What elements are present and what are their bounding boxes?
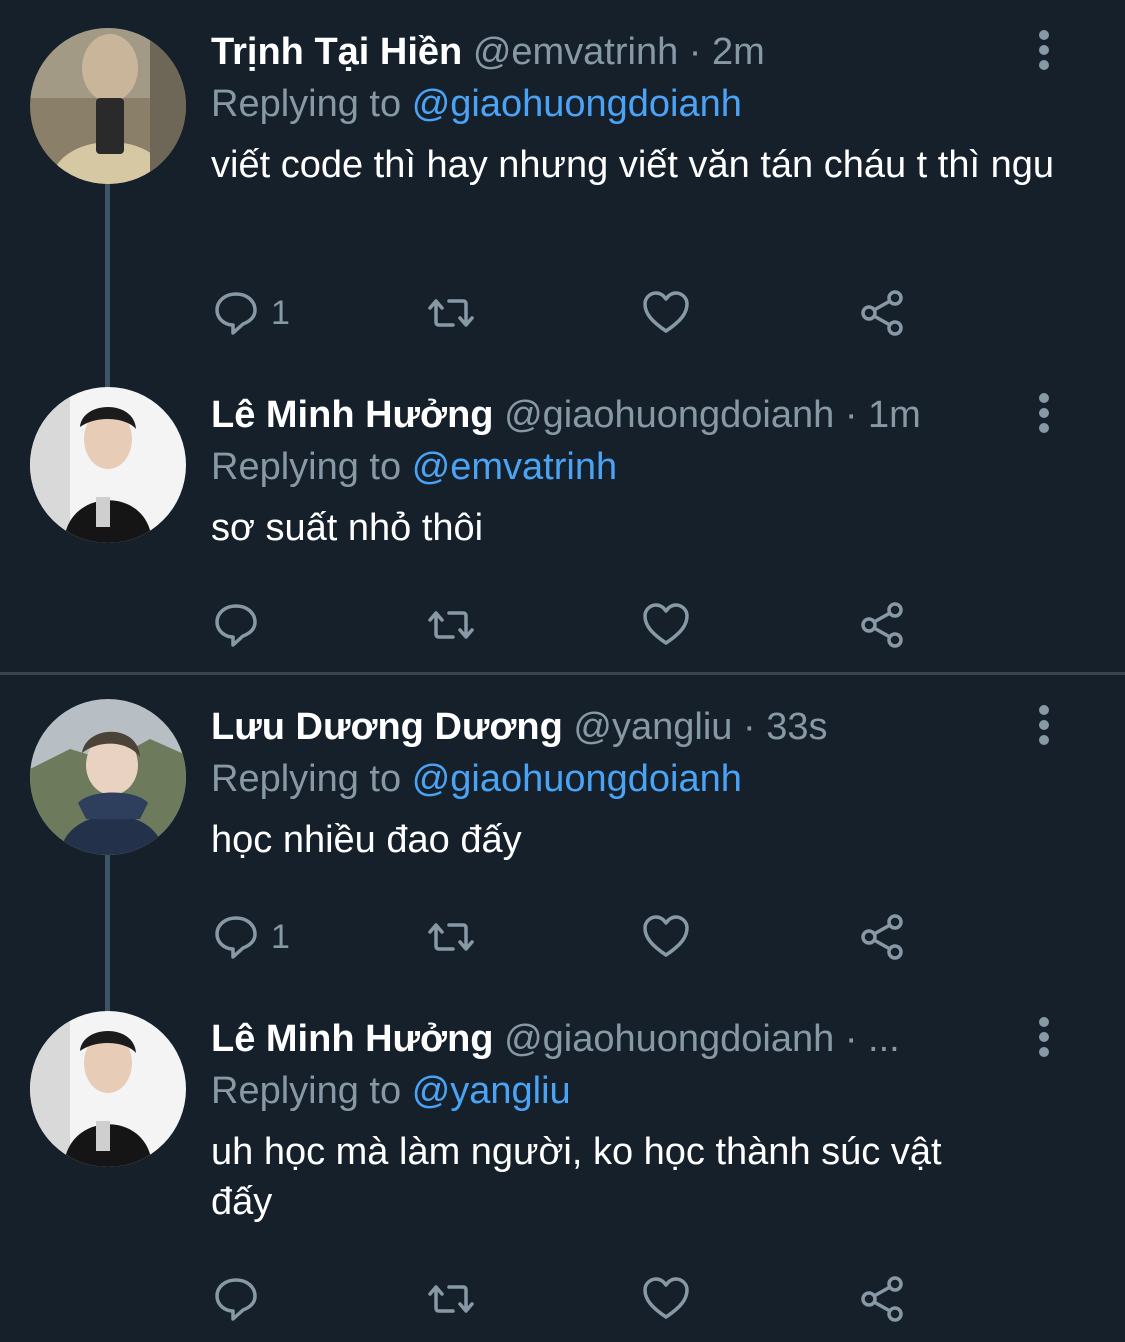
retweet-icon — [428, 611, 474, 639]
tweet-text: viết code thì hay nhưng viết văn tán chá… — [211, 144, 1054, 186]
retweet-button[interactable] — [426, 1274, 476, 1324]
timestamp[interactable]: ... — [868, 1018, 900, 1060]
replying-label: Replying to — [211, 83, 402, 125]
tweet-actions — [211, 1274, 931, 1324]
author-name[interactable]: Trịnh Tại Hiền — [211, 31, 462, 73]
reply-icon — [215, 604, 257, 647]
replying-to: Replying to @emvatrinh — [211, 437, 617, 497]
thread-line — [105, 180, 110, 405]
author-name[interactable]: Lê Minh Hưởng — [211, 394, 494, 436]
share-button[interactable] — [857, 600, 907, 650]
reply-icon — [215, 916, 257, 959]
author-handle[interactable]: @yangliu — [573, 706, 732, 748]
tweet-actions: 1 — [211, 288, 931, 338]
avatar[interactable] — [30, 699, 186, 855]
tweet-header: Lê Minh Hưởng @giaohuongdoianh · ... — [211, 1009, 900, 1069]
reply-icon — [215, 292, 257, 335]
replying-to: Replying to @yangliu — [211, 1061, 571, 1121]
tweet-text: uh học mà làm người, ko học thành súc vậ… — [211, 1131, 942, 1223]
share-icon — [861, 1276, 903, 1322]
reply-button[interactable]: 1 — [211, 288, 290, 338]
more-vertical-icon[interactable] — [1030, 1017, 1058, 1057]
tweet[interactable]: Lê Minh Hưởng @giaohuongdoianh · 1m Repl… — [0, 385, 1125, 670]
conversation-divider — [0, 672, 1125, 675]
share-icon — [861, 290, 903, 336]
like-button[interactable] — [641, 912, 691, 962]
author-name[interactable]: Lưu Dương Dương — [211, 706, 563, 748]
share-button[interactable] — [857, 912, 907, 962]
tweet[interactable]: Lưu Dương Dương @yangliu · 33s Replying … — [0, 697, 1125, 1015]
tweet-actions: 1 — [211, 912, 931, 962]
reply-icon — [215, 1278, 257, 1321]
reply-button[interactable]: 1 — [211, 912, 290, 962]
replying-label: Replying to — [211, 446, 402, 488]
reply-button[interactable] — [211, 1274, 271, 1324]
tweet-text: sơ suất nhỏ thôi — [211, 507, 484, 549]
tweet-text: học nhiều đao đấy — [211, 819, 522, 861]
author-handle[interactable]: @emvatrinh — [473, 31, 678, 73]
author-name[interactable]: Lê Minh Hưởng — [211, 1018, 494, 1060]
retweet-button[interactable] — [426, 912, 476, 962]
share-icon — [861, 914, 903, 960]
separator-dot: · — [742, 706, 756, 748]
reply-count: 1 — [271, 293, 290, 332]
avatar-photo — [30, 387, 186, 543]
replying-mention[interactable]: @emvatrinh — [412, 446, 617, 488]
separator-dot: · — [844, 394, 858, 436]
avatar[interactable] — [30, 1011, 186, 1167]
tweet-header: Trịnh Tại Hiền @emvatrinh · 2m — [211, 22, 765, 82]
share-icon — [861, 602, 903, 648]
reply-button[interactable] — [211, 600, 271, 650]
share-button[interactable] — [857, 288, 907, 338]
separator-dot: · — [844, 1018, 858, 1060]
timestamp[interactable]: 33s — [766, 706, 827, 748]
more-vertical-icon[interactable] — [1030, 30, 1058, 70]
tweet[interactable]: Lê Minh Hưởng @giaohuongdoianh · ... Rep… — [0, 1009, 1125, 1342]
like-button[interactable] — [641, 600, 691, 650]
separator-dot: · — [688, 31, 702, 73]
replying-to: Replying to @giaohuongdoianh — [211, 749, 742, 809]
like-button[interactable] — [641, 288, 691, 338]
avatar-photo — [30, 699, 186, 855]
replying-mention[interactable]: @giaohuongdoianh — [412, 83, 742, 125]
heart-icon — [643, 603, 689, 645]
avatar-photo — [30, 28, 186, 184]
timestamp[interactable]: 1m — [868, 394, 921, 436]
tweet-header: Lê Minh Hưởng @giaohuongdoianh · 1m — [211, 385, 921, 445]
heart-icon — [643, 1277, 689, 1319]
retweet-icon — [428, 299, 474, 327]
author-handle[interactable]: @giaohuongdoianh — [504, 1018, 834, 1060]
heart-icon — [643, 291, 689, 333]
share-button[interactable] — [857, 1274, 907, 1324]
like-button[interactable] — [641, 1274, 691, 1324]
timestamp[interactable]: 2m — [712, 31, 765, 73]
more-vertical-icon[interactable] — [1030, 705, 1058, 745]
avatar[interactable] — [30, 387, 186, 543]
retweet-button[interactable] — [426, 288, 476, 338]
reply-thread: Trịnh Tại Hiền @emvatrinh · 2m Replying … — [0, 0, 1125, 1342]
more-vertical-icon[interactable] — [1030, 393, 1058, 433]
replying-mention[interactable]: @giaohuongdoianh — [412, 758, 742, 800]
retweet-icon — [428, 923, 474, 951]
tweet[interactable]: Trịnh Tại Hiền @emvatrinh · 2m Replying … — [0, 22, 1125, 405]
avatar-photo — [30, 1011, 186, 1167]
author-handle[interactable]: @giaohuongdoianh — [504, 394, 834, 436]
replying-to: Replying to @giaohuongdoianh — [211, 74, 742, 134]
tweet-header: Lưu Dương Dương @yangliu · 33s — [211, 697, 827, 757]
replying-label: Replying to — [211, 1070, 402, 1112]
retweet-icon — [428, 1285, 474, 1313]
thread-line — [105, 855, 110, 1015]
replying-mention[interactable]: @yangliu — [412, 1070, 571, 1112]
heart-icon — [643, 915, 689, 957]
reply-count: 1 — [271, 917, 290, 956]
retweet-button[interactable] — [426, 600, 476, 650]
avatar[interactable] — [30, 28, 186, 184]
tweet-actions — [211, 600, 931, 650]
replying-label: Replying to — [211, 758, 402, 800]
